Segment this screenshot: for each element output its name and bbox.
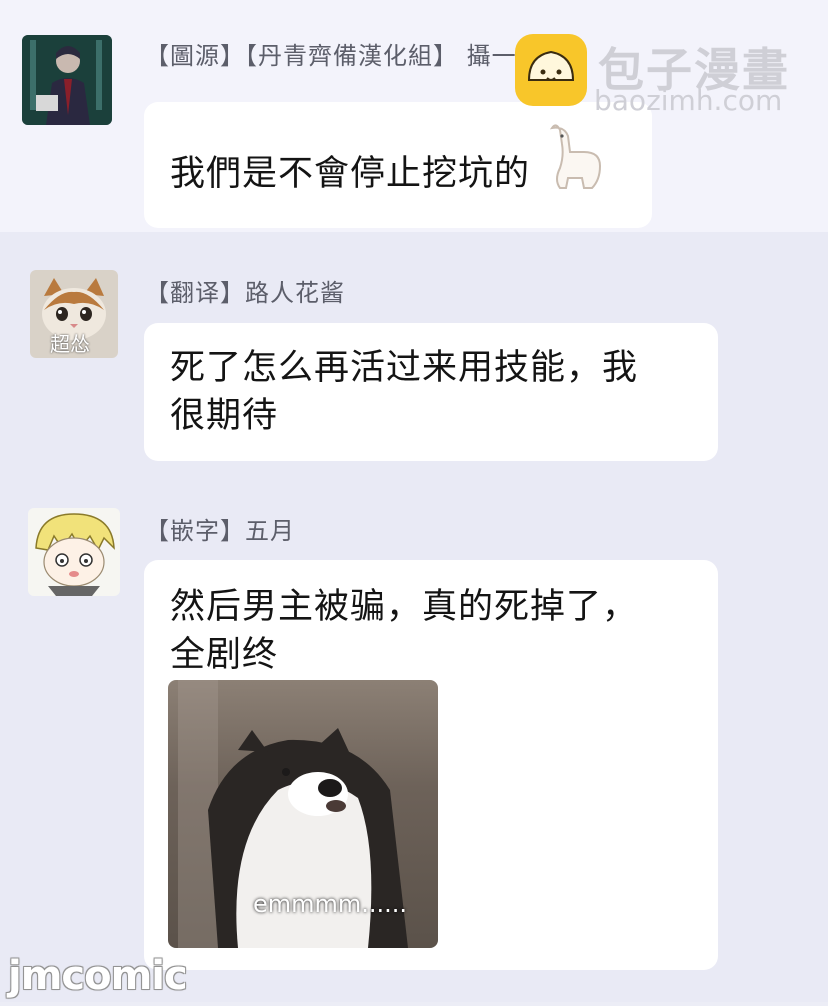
sender-avatar-2[interactable]: 超怂 [30, 270, 118, 358]
anime-character-avatar-icon [22, 35, 112, 125]
baozi-logo-icon [515, 34, 587, 106]
message-text-3-line1: 然后男主被骗，真的死掉了， [170, 587, 639, 627]
sender-name-1: 【圖源】【丹青齊備漢化組】 攝一西 [145, 42, 542, 70]
avatar-label: 超怂 [50, 332, 90, 356]
message-text-2-line2: 很期待 [170, 396, 279, 436]
dog-meme-image[interactable]: emmmm...... [168, 680, 438, 948]
alpaca-emoji-icon [549, 124, 602, 189]
sender-name-2: 【翻译】路人花酱 [145, 279, 345, 307]
corner-watermark: jmcomic [8, 953, 188, 999]
message-text-2-line1: 死了怎么再活过来用技能，我 [170, 348, 639, 388]
anime-blonde-avatar-icon [28, 508, 120, 596]
sender-avatar-3[interactable] [28, 508, 120, 596]
site-watermark-url: baozimh.com [594, 84, 783, 117]
image-caption: emmmm...... [253, 890, 408, 918]
sender-avatar-1[interactable] [22, 35, 112, 125]
message-text-1: 我們是不會停止挖坑的 [170, 154, 531, 194]
message-text-3-line2: 全剧终 [170, 635, 279, 675]
sender-name-3: 【嵌字】五月 [145, 517, 295, 545]
